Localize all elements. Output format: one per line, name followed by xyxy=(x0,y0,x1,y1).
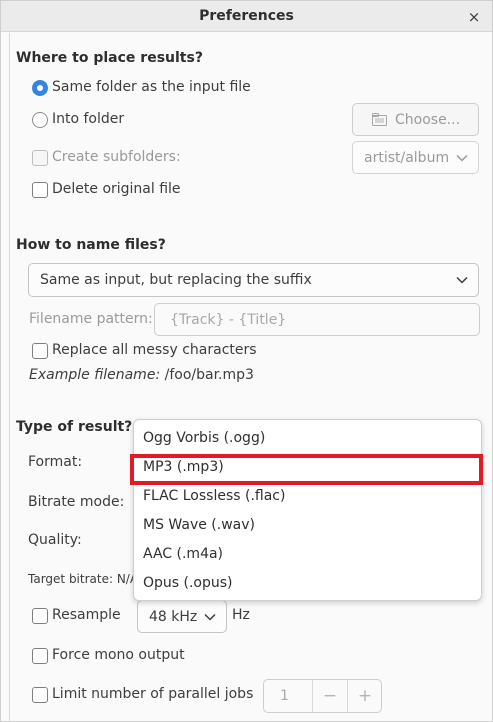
folder-icon xyxy=(372,113,387,126)
minus-icon: − xyxy=(322,686,338,706)
chevron-down-icon xyxy=(204,613,216,621)
plus-icon: + xyxy=(357,686,373,706)
create-subfolders-label: Create subfolders: xyxy=(52,149,181,165)
choose-button-label: Choose... xyxy=(395,112,461,128)
subfolder-pattern-value: artist/album xyxy=(364,149,450,166)
resample-rate-dropdown[interactable]: 48 kHz xyxy=(137,600,227,633)
format-label: Format: xyxy=(28,454,83,470)
format-option-ogg[interactable]: Ogg Vorbis (.ogg) xyxy=(143,430,265,446)
title-bar[interactable]: Preferences × xyxy=(1,1,492,32)
close-button[interactable]: × xyxy=(464,7,484,27)
same-folder-radio[interactable] xyxy=(32,80,48,96)
preferences-dialog: Preferences × Where to place results? Sa… xyxy=(0,0,493,722)
filename-pattern-placeholder: {Track} - {Title} xyxy=(170,312,287,328)
scroll-edge-divider xyxy=(9,33,10,722)
replace-messy-label[interactable]: Replace all messy characters xyxy=(52,342,257,358)
format-option-flac[interactable]: FLAC Lossless (.flac) xyxy=(143,488,285,504)
format-option-opus[interactable]: Opus (.opus) xyxy=(143,575,233,591)
quality-label: Quality: xyxy=(28,532,82,548)
parallel-jobs-stepper[interactable]: 1 − + xyxy=(263,679,382,713)
format-option-aac[interactable]: AAC (.m4a) xyxy=(143,546,223,562)
chevron-down-icon xyxy=(456,276,468,284)
example-filename-label: Example filename: xyxy=(29,367,161,383)
example-filename-value: /foo/bar.mp3 xyxy=(164,367,254,383)
format-option-wav[interactable]: MS Wave (.wav) xyxy=(143,517,255,533)
chevron-down-icon xyxy=(456,154,468,162)
into-folder-radio[interactable] xyxy=(32,112,48,128)
resample-rate-value: 48 kHz xyxy=(149,608,198,625)
naming-scheme-value: Same as input, but replacing the suffix xyxy=(40,272,312,288)
choose-folder-button[interactable]: Choose... xyxy=(352,103,479,136)
naming-heading: How to name files? xyxy=(16,237,166,253)
into-folder-label[interactable]: Into folder xyxy=(52,111,124,127)
target-bitrate-label: Target bitrate: N/A xyxy=(28,572,139,586)
force-mono-checkbox[interactable] xyxy=(32,648,48,664)
increment-button[interactable]: + xyxy=(347,680,382,712)
replace-messy-checkbox[interactable] xyxy=(32,343,48,359)
same-folder-label[interactable]: Same folder as the input file xyxy=(52,79,251,95)
parallel-jobs-checkbox[interactable] xyxy=(32,687,48,703)
close-icon: × xyxy=(467,8,481,26)
example-filename: Example filename: /foo/bar.mp3 xyxy=(29,367,254,383)
delete-original-checkbox[interactable] xyxy=(32,182,48,198)
highlight-box xyxy=(130,454,483,485)
delete-original-label[interactable]: Delete original file xyxy=(52,181,181,197)
filename-pattern-field[interactable]: {Track} - {Title} xyxy=(154,303,480,336)
decrement-button[interactable]: − xyxy=(312,680,347,712)
force-mono-label[interactable]: Force mono output xyxy=(52,647,185,663)
parallel-jobs-label[interactable]: Limit number of parallel jobs xyxy=(52,686,253,702)
bitrate-mode-label: Bitrate mode: xyxy=(28,494,125,510)
naming-scheme-dropdown[interactable]: Same as input, but replacing the suffix xyxy=(28,263,479,297)
window-title: Preferences xyxy=(199,8,294,24)
resample-unit: Hz xyxy=(232,607,250,623)
subfolder-pattern-dropdown[interactable]: artist/album xyxy=(352,141,479,174)
resample-label[interactable]: Resample xyxy=(52,607,121,623)
create-subfolders-checkbox[interactable] xyxy=(32,150,48,166)
parallel-jobs-value[interactable]: 1 xyxy=(280,688,289,704)
format-popup-menu: Ogg Vorbis (.ogg) MP3 (.mp3) FLAC Lossle… xyxy=(133,419,482,601)
placement-heading: Where to place results? xyxy=(16,50,203,66)
resample-checkbox[interactable] xyxy=(32,608,48,624)
result-heading: Type of result? xyxy=(16,419,133,435)
filename-pattern-label: Filename pattern: xyxy=(29,311,153,327)
